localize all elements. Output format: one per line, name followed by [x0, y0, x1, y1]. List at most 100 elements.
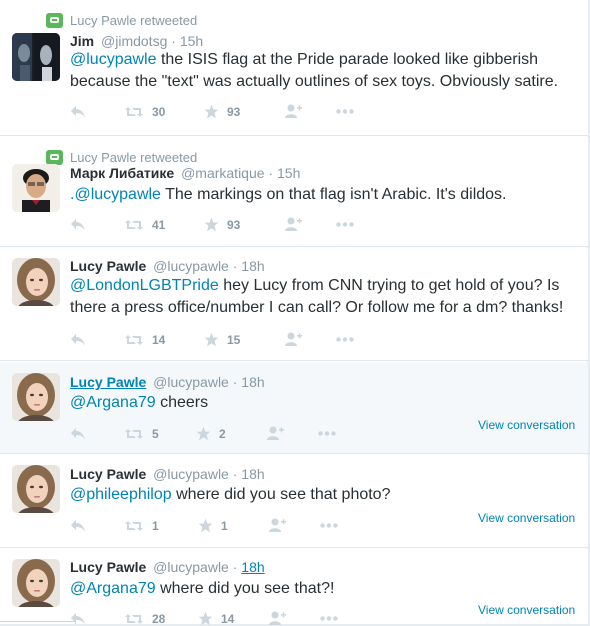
- author-handle[interactable]: @lucypawle: [153, 258, 229, 274]
- tweet-timestamp[interactable]: 18h: [241, 258, 264, 274]
- tweet-timestamp[interactable]: 18h: [241, 466, 264, 482]
- reply-button[interactable]: [70, 519, 124, 533]
- follow-button[interactable]: [284, 104, 336, 119]
- tweet-timestamp[interactable]: 15h: [180, 33, 203, 49]
- tweet-item[interactable]: Lucy Pawle @lucypawle · 18h @LondonLGBTP…: [0, 248, 588, 361]
- tweet-timestamp[interactable]: 18h: [241, 559, 264, 575]
- more-icon: [336, 109, 354, 114]
- mention-link[interactable]: @lucypawle: [70, 51, 157, 68]
- mention-link[interactable]: @Argana79: [70, 394, 156, 411]
- favorite-button[interactable]: 15: [204, 332, 284, 347]
- view-conversation-link[interactable]: View conversation: [478, 418, 575, 432]
- star-icon: [204, 217, 219, 232]
- retweet-button[interactable]: 41: [124, 218, 204, 232]
- author-handle[interactable]: @lucypawle: [153, 466, 229, 482]
- follow-button[interactable]: [268, 518, 320, 533]
- tweet-text: @Argana79 cheers: [70, 392, 580, 414]
- retweet-context-label: Lucy Pawle retweeted: [70, 12, 198, 28]
- tweet-actions: 30 93: [70, 104, 354, 119]
- mention-link[interactable]: @Argana79: [70, 580, 156, 597]
- tweet-timestamp[interactable]: 15h: [277, 165, 300, 181]
- mention-link[interactable]: .@lucypawle: [70, 186, 161, 203]
- favorite-button[interactable]: 2: [196, 426, 266, 441]
- tweet-header: Lucy Pawle @lucypawle · 18h: [70, 466, 265, 482]
- more-icon: [318, 431, 336, 436]
- retweet-context[interactable]: Lucy Pawle retweeted: [46, 12, 197, 28]
- reply-icon: [71, 427, 85, 440]
- author-handle[interactable]: @lucypawle: [153, 559, 229, 575]
- favorite-button[interactable]: 93: [204, 104, 284, 119]
- reply-button[interactable]: [70, 218, 124, 232]
- more-button[interactable]: [336, 337, 354, 342]
- retweet-button[interactable]: 28: [124, 612, 198, 626]
- avatar[interactable]: [12, 465, 60, 513]
- mention-link[interactable]: @LondonLGBTPride: [70, 277, 219, 294]
- author-name[interactable]: Lucy Pawle: [70, 258, 146, 274]
- view-conversation-link[interactable]: View conversation: [478, 511, 575, 525]
- tweet-item[interactable]: Lucy Pawle @lucypawle · 18h @Argana79 ch…: [0, 362, 588, 454]
- reply-icon: [71, 519, 85, 532]
- retweet-button[interactable]: 14: [124, 333, 204, 347]
- star-icon: [196, 426, 211, 441]
- author-handle[interactable]: @jimdotsg: [101, 33, 167, 49]
- separator: ·: [171, 33, 176, 49]
- tweet-body: where did you see that photo?: [171, 486, 391, 503]
- view-conversation-link[interactable]: View conversation: [478, 603, 575, 617]
- favorite-count: 93: [227, 104, 241, 119]
- more-button[interactable]: [318, 431, 336, 436]
- retweet-badge-icon: [46, 12, 63, 28]
- reply-button[interactable]: [70, 333, 124, 347]
- avatar[interactable]: [12, 164, 60, 212]
- author-handle[interactable]: @lucypawle: [153, 374, 229, 390]
- follow-button[interactable]: [266, 426, 318, 441]
- reply-icon: [71, 333, 85, 346]
- tweet-text: @LondonLGBTPride hey Lucy from CNN tryin…: [70, 275, 580, 319]
- reply-icon: [71, 218, 85, 231]
- reply-icon: [71, 105, 85, 118]
- favorite-count: 15: [227, 332, 241, 347]
- reply-button[interactable]: [70, 427, 124, 441]
- retweet-button[interactable]: 1: [124, 519, 198, 533]
- favorite-button[interactable]: 1: [198, 518, 268, 533]
- tweet-body: where did you see that?!: [155, 580, 335, 597]
- avatar[interactable]: [12, 33, 60, 81]
- tweet-actions: 5 2: [70, 426, 336, 441]
- author-name[interactable]: Lucy Pawle: [70, 466, 146, 482]
- retweet-context[interactable]: Lucy Pawle retweeted: [46, 149, 197, 165]
- reply-button[interactable]: [70, 105, 124, 119]
- reply-button[interactable]: [70, 612, 124, 626]
- separator: ·: [268, 165, 274, 181]
- retweet-count: 1: [152, 518, 159, 533]
- author-name[interactable]: Jim: [70, 33, 94, 49]
- follow-button[interactable]: [284, 332, 336, 347]
- star-icon: [204, 104, 219, 119]
- author-name[interactable]: Марк Либатике: [70, 165, 174, 181]
- add-user-icon: [285, 332, 302, 346]
- tweet-text: @Argana79 where did you see that?!: [70, 578, 580, 600]
- author-handle[interactable]: @markatique: [181, 165, 264, 181]
- retweet-icon: [125, 613, 143, 624]
- avatar[interactable]: [12, 258, 60, 306]
- add-user-icon: [285, 104, 302, 118]
- tweet-item[interactable]: Lucy Pawle @lucypawle · 18h @Argana79 wh…: [0, 549, 588, 626]
- more-icon: [336, 337, 354, 342]
- favorite-count: 14: [221, 611, 235, 626]
- more-button[interactable]: [336, 109, 354, 114]
- retweet-count: 28: [152, 611, 166, 626]
- retweet-button[interactable]: 5: [124, 427, 196, 441]
- tweet-timestamp[interactable]: 18h: [241, 374, 264, 390]
- retweet-button[interactable]: 30: [124, 105, 204, 119]
- mention-link[interactable]: @phileephilop: [70, 486, 172, 503]
- tweet-item[interactable]: Lucy Pawle retweeted Jim @jimdotsg · 15h…: [0, 0, 588, 136]
- author-name[interactable]: Lucy Pawle: [70, 374, 146, 390]
- more-button[interactable]: [320, 616, 338, 621]
- more-button[interactable]: [320, 523, 338, 528]
- tweet-item[interactable]: Lucy Pawle retweeted Марк Либатике @mark…: [0, 137, 588, 247]
- tweet-item[interactable]: Lucy Pawle @lucypawle · 18h @phileephilo…: [0, 455, 588, 548]
- favorite-button[interactable]: 93: [204, 217, 284, 232]
- more-button[interactable]: [336, 222, 354, 227]
- avatar[interactable]: [12, 559, 60, 607]
- avatar[interactable]: [12, 373, 60, 421]
- author-name[interactable]: Lucy Pawle: [70, 559, 146, 575]
- follow-button[interactable]: [284, 217, 336, 232]
